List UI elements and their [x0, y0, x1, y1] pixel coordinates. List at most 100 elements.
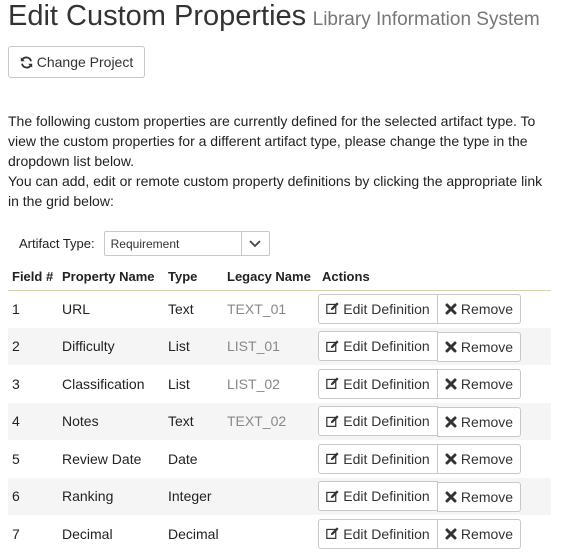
legacy-name — [223, 477, 318, 515]
remove-label: Remove — [460, 488, 514, 505]
edit-definition-label: Edit Definition — [343, 450, 430, 467]
remove-button[interactable]: Remove — [437, 406, 521, 437]
change-project-label: Change Project — [36, 54, 134, 70]
property-name: Notes — [58, 402, 164, 440]
artifact-type-filter: Artifact Type: Requirement — [19, 231, 270, 256]
edit-definition-label: Edit Definition — [343, 525, 430, 542]
legacy-name: TEXT_02 — [223, 402, 318, 440]
column-header-field: Field # — [8, 263, 58, 291]
close-icon — [445, 491, 457, 503]
remove-button[interactable]: Remove — [437, 519, 521, 549]
row-actions: Edit Definition Remove — [318, 477, 551, 515]
edit-icon — [326, 302, 339, 315]
property-name: Classification — [62, 375, 145, 392]
edit-definition-button[interactable]: Edit Definition — [318, 481, 438, 511]
edit-definition-label: Edit Definition — [343, 413, 430, 429]
row-actions: Edit Definition Remove — [318, 290, 551, 328]
grid-header-row: Field # Property Name Type Legacy Name A… — [8, 263, 551, 291]
property-type: Text — [168, 301, 194, 317]
edit-definition-label: Edit Definition — [343, 338, 430, 354]
row-actions: Edit Definition Remove — [318, 365, 551, 403]
artifact-type-label: Artifact Type: — [19, 236, 95, 251]
legacy-name — [223, 440, 318, 478]
intro-text: The following custom properties are curr… — [8, 111, 553, 211]
custom-properties-grid: Field # Property Name Type Legacy Name A… — [8, 263, 551, 553]
close-icon — [445, 378, 457, 390]
property-name: Difficulty — [58, 327, 164, 365]
legacy-name: LIST_01 — [223, 327, 318, 365]
field-number: 4 — [8, 402, 58, 440]
edit-definition-button[interactable]: Edit Definition — [318, 406, 438, 436]
change-project-button[interactable]: Change Project — [8, 46, 145, 78]
remove-button[interactable]: Remove — [437, 444, 521, 474]
page-header: Edit Custom Properties Library Informati… — [8, 0, 540, 33]
close-icon — [445, 528, 457, 540]
remove-button[interactable]: Remove — [437, 369, 521, 399]
row-actions: Edit Definition Remove — [318, 402, 551, 440]
remove-label: Remove — [460, 451, 514, 467]
table-row: 2 Difficulty List LIST_01 Edit Definition Rem… — [8, 327, 551, 365]
field-number: 7 — [12, 525, 20, 542]
field-number: 3 — [12, 375, 20, 392]
legacy-name: TEXT_01 — [227, 301, 287, 317]
column-header-legacy-name: Legacy Name — [223, 263, 318, 291]
edit-definition-button[interactable]: Edit Definition — [318, 443, 438, 474]
close-icon — [445, 341, 457, 353]
property-type: Date — [168, 450, 198, 467]
row-actions: Edit Definition Remove — [318, 327, 551, 365]
property-name: Decimal — [62, 525, 113, 542]
edit-icon — [326, 414, 339, 428]
column-header-type: Type — [164, 263, 223, 291]
remove-button[interactable]: Remove — [437, 331, 521, 362]
remove-label: Remove — [460, 526, 514, 542]
remove-label: Remove — [460, 413, 514, 430]
edit-icon — [326, 489, 339, 503]
property-type: Integer — [164, 477, 223, 515]
refresh-icon — [20, 56, 32, 68]
remove-label: Remove — [460, 338, 514, 355]
intro-paragraph-2: You can add, edit or remote custom prope… — [8, 173, 543, 209]
property-type: Decimal — [168, 525, 219, 542]
field-number: 5 — [12, 450, 20, 467]
table-row: 6 Ranking Integer Edit Definition Remove — [8, 477, 551, 515]
edit-definition-button[interactable]: Edit Definition — [318, 368, 438, 399]
table-row: 3 Classification List LIST_02 Edit Definitio… — [8, 365, 551, 403]
edit-definition-button[interactable]: Edit Definition — [318, 518, 438, 549]
artifact-type-dropdown[interactable]: Requirement — [103, 231, 270, 256]
remove-label: Remove — [460, 301, 514, 318]
legacy-name: LIST_02 — [227, 375, 280, 392]
property-name: URL — [62, 301, 91, 317]
property-name: Ranking — [58, 477, 164, 515]
table-row: 7 Decimal Decimal Edit Definition Remove — [8, 515, 551, 553]
edit-icon — [326, 377, 339, 390]
table-row: 4 Notes Text TEXT_02 Edit Definition Remove — [8, 402, 551, 440]
property-type: List — [164, 327, 223, 365]
page-title: Edit Custom Properties — [8, 0, 307, 32]
field-number: 2 — [8, 327, 58, 365]
close-icon — [445, 453, 457, 465]
edit-definition-label: Edit Definition — [343, 375, 430, 392]
project-name: Library Information System — [312, 9, 540, 30]
remove-button[interactable]: Remove — [437, 294, 521, 325]
remove-label: Remove — [460, 376, 514, 392]
edit-icon — [326, 452, 339, 465]
row-actions: Edit Definition Remove — [318, 440, 551, 478]
field-number: 1 — [12, 301, 20, 317]
intro-paragraph-1: The following custom properties are curr… — [8, 113, 536, 169]
column-header-property-name: Property Name — [58, 263, 164, 291]
edit-definition-button[interactable]: Edit Definition — [318, 293, 438, 324]
column-header-actions: Actions — [318, 263, 551, 291]
row-actions: Edit Definition Remove — [318, 515, 551, 553]
edit-definition-button[interactable]: Edit Definition — [318, 331, 438, 361]
chevron-down-icon[interactable] — [240, 232, 269, 255]
field-number: 6 — [8, 477, 58, 515]
property-type: Text — [164, 402, 223, 440]
close-icon — [445, 303, 457, 315]
table-row: 5 Review Date Date Edit Definition Remove — [8, 440, 551, 478]
remove-button[interactable]: Remove — [437, 481, 521, 512]
property-name: Review Date — [62, 450, 142, 467]
edit-definition-label: Edit Definition — [343, 300, 430, 317]
edit-definition-label: Edit Definition — [343, 488, 430, 504]
artifact-type-value: Requirement — [110, 236, 180, 251]
edit-icon — [326, 527, 339, 540]
